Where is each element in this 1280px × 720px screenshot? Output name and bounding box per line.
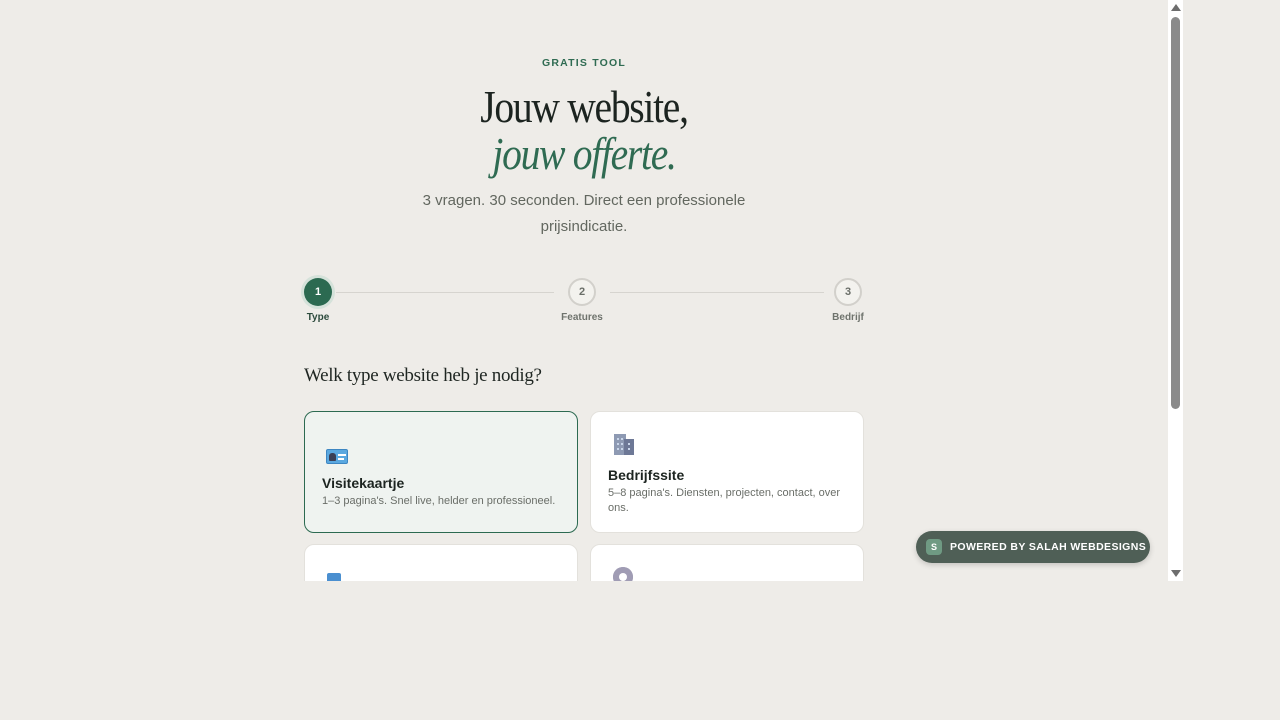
option-card-webshop[interactable] <box>304 544 578 581</box>
step-2-label: Features <box>561 312 603 323</box>
quote-tool-frame: GRATIS TOOL Jouw website, jouw offerte. … <box>0 0 1183 581</box>
powered-by-text: POWERED BY SALAH WEBDESIGNS <box>950 541 1147 553</box>
id-card-icon <box>326 449 348 464</box>
page-title-accent: jouw offerte. <box>492 128 677 179</box>
step-connector <box>610 292 824 293</box>
office-building-icon <box>612 434 634 455</box>
page: GRATIS TOOL Jouw website, jouw offerte. … <box>0 0 1280 720</box>
gear-icon <box>613 567 633 581</box>
brand-logo-icon: S <box>926 539 942 555</box>
scroll-down-icon[interactable] <box>1171 570 1181 577</box>
step-connector <box>336 292 554 293</box>
option-description: 1–3 pagina's. Snel live, helder en profe… <box>322 495 556 507</box>
option-description: 5–8 pagina's. Diensten, projecten, conta… <box>608 487 841 514</box>
vertical-scrollbar[interactable] <box>1168 0 1183 581</box>
option-card-visitekaartje[interactable]: Visitekaartje 1–3 pagina's. Snel live, h… <box>304 411 578 533</box>
scrollbar-thumb[interactable] <box>1171 17 1180 409</box>
step-1-indicator[interactable]: 1 <box>304 278 332 306</box>
step-3-label: Bedrijf <box>832 312 864 323</box>
step-3-indicator[interactable]: 3 <box>834 278 862 306</box>
option-card-bedrijfssite[interactable]: Bedrijfssite 5–8 pagina's. Diensten, pro… <box>590 411 864 533</box>
shopping-bag-icon <box>327 573 341 581</box>
page-title: Jouw website, <box>480 81 689 132</box>
page-subtitle: 3 vragen. 30 seconden. Direct een profes… <box>422 192 746 235</box>
option-card-maatwerk[interactable] <box>590 544 864 581</box>
option-title: Visitekaartje <box>322 475 405 491</box>
step-1-label: Type <box>306 312 330 323</box>
scroll-up-icon[interactable] <box>1171 4 1181 11</box>
step-2-indicator[interactable]: 2 <box>568 278 596 306</box>
question-heading: Welk type website heb je nodig? <box>304 365 542 386</box>
option-title: Bedrijfssite <box>608 467 685 483</box>
eyebrow-label: GRATIS TOOL <box>542 57 626 69</box>
powered-by-badge[interactable]: S POWERED BY SALAH WEBDESIGNS <box>916 531 1150 563</box>
